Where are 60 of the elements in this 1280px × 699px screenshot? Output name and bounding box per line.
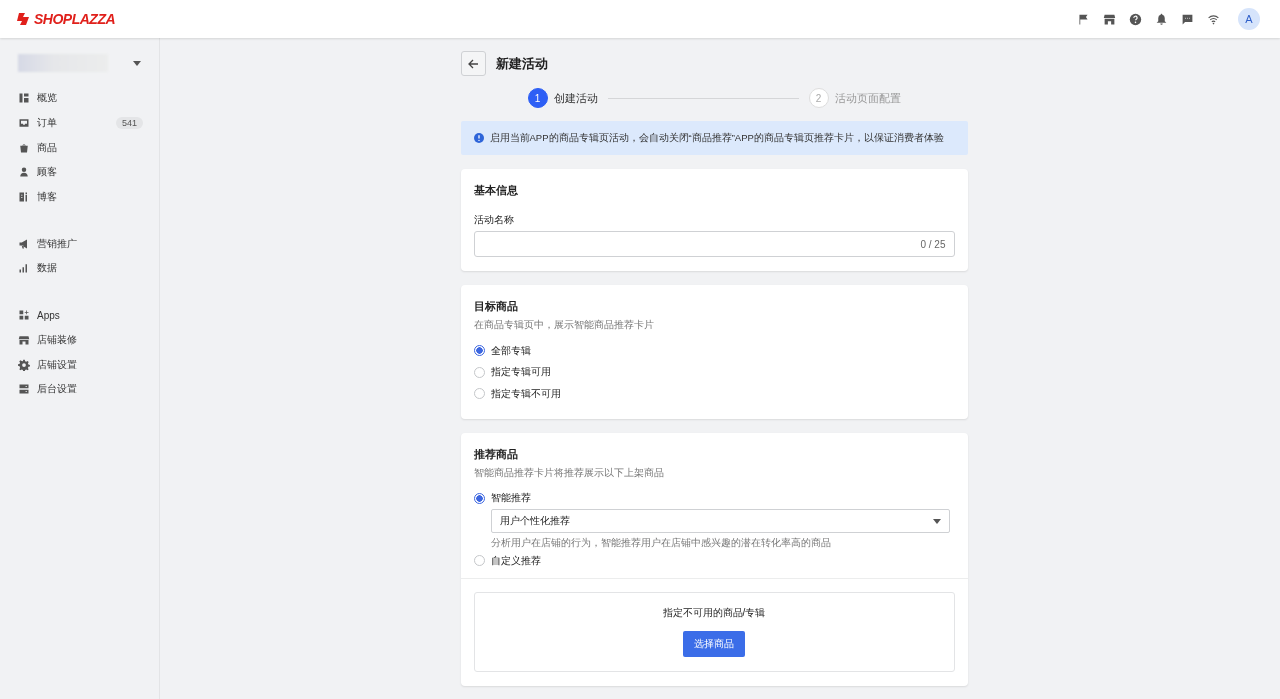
input-field[interactable]: 0 / 25: [473, 231, 955, 257]
caret-icon: [133, 60, 141, 66]
nav-icon: [18, 92, 30, 105]
step-number: 2: [808, 88, 829, 108]
sidebar-item[interactable]: 店铺设置: [0, 352, 159, 377]
step-label: 活动页面配置: [834, 90, 901, 106]
sidebar-item[interactable]: 博客: [0, 184, 159, 210]
sidebar-item[interactable]: 商品: [0, 135, 159, 161]
field-label: 活动名称: [473, 213, 515, 227]
sidebar-item[interactable]: 顾客: [0, 160, 159, 185]
select-products-button[interactable]: 选择商品: [683, 631, 745, 657]
nav-icon: [18, 117, 30, 130]
nav-icon: [18, 191, 30, 204]
user-avatar[interactable]: A: [1238, 8, 1260, 30]
sidebar-item[interactable]: 订单 541: [0, 110, 159, 136]
sidebar-item[interactable]: 数据: [0, 256, 159, 281]
notice-text: 启用当前APP的商品专辑页活动，会自动关闭“商品推荐”APP的商品专辑页推荐卡片，以保证消费者体验: [489, 131, 944, 145]
picker-title: 指定不可用的商品/专辑: [662, 606, 766, 620]
section-title: 推荐商品: [473, 446, 519, 462]
nav-icon: [18, 166, 30, 179]
sidebar-item[interactable]: 概览: [0, 86, 159, 111]
logo[interactable]: SHOPLAZZA: [34, 11, 116, 27]
back-button[interactable]: [460, 51, 486, 76]
sidebar-item[interactable]: 营销推广: [0, 231, 159, 257]
section-title: 基本信息: [473, 183, 519, 198]
section-title: 目标商品: [473, 299, 519, 314]
radio-option[interactable]: 全部专辑: [473, 340, 955, 362]
count-badge: 541: [115, 117, 143, 130]
nav-icon: [18, 358, 30, 371]
info-icon: [473, 133, 484, 143]
caret-icon: [932, 518, 941, 524]
sidebar-item[interactable]: 后台设置: [0, 376, 159, 402]
help-text: 分析用户在店铺的行为，智能推荐用户在店铺中感兴趣的潜在转化率高的商品: [490, 537, 832, 550]
store-icon[interactable]: [1103, 12, 1116, 26]
flag-icon[interactable]: [1077, 12, 1090, 26]
back-arrow-icon: [467, 57, 479, 70]
bell-icon[interactable]: [1155, 12, 1168, 26]
radio-option[interactable]: 指定专辑不可用: [473, 383, 955, 405]
char-counter: 0 / 25: [920, 238, 946, 250]
nav-icon: [18, 333, 30, 346]
sidebar-item[interactable]: 店铺装修: [0, 327, 159, 353]
section-subtitle: 在商品专辑页中，展示智能商品推荐卡片: [473, 318, 655, 332]
chat-icon[interactable]: [1181, 12, 1194, 26]
nav-icon: [18, 141, 30, 154]
help-icon[interactable]: [1129, 12, 1142, 26]
section-subtitle: 智能商品推荐卡片将推荐展示以下上架商品: [473, 465, 665, 480]
step-label: 创建活动: [553, 90, 598, 106]
radio-option[interactable]: 智能推荐: [473, 487, 955, 509]
nav-icon: [18, 309, 30, 322]
nav-icon: [18, 383, 30, 396]
nav-icon: [18, 237, 30, 250]
step-number: 1: [527, 88, 548, 108]
logo-icon: [16, 11, 32, 27]
sidebar-item[interactable]: Apps: [0, 302, 159, 328]
page-title: 新建活动: [495, 54, 548, 73]
select-dropdown[interactable]: 用户个性化推荐: [490, 509, 950, 533]
radio-option[interactable]: 自定义推荐: [473, 550, 955, 572]
nav-icon: [18, 262, 30, 275]
radio-option[interactable]: 指定专辑可用: [473, 361, 955, 383]
wifi-icon[interactable]: [1207, 12, 1220, 26]
